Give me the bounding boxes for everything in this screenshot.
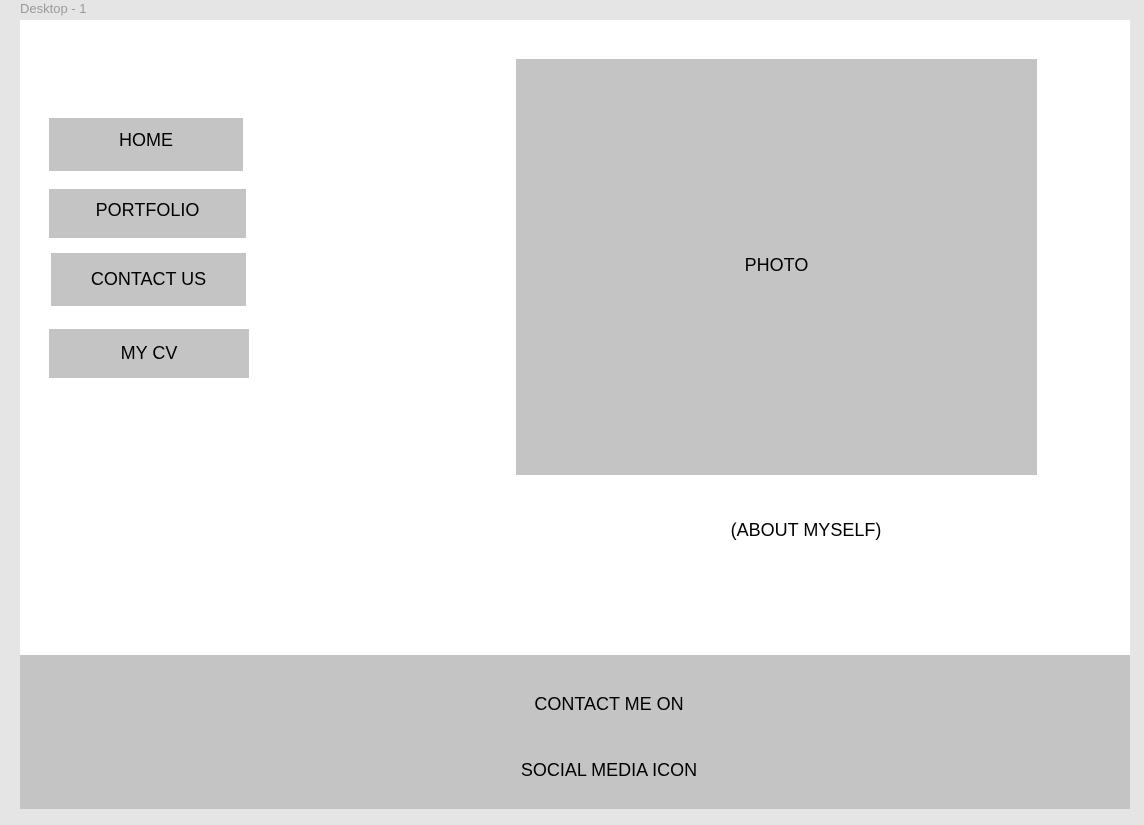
nav-my-cv-button[interactable]: MY CV bbox=[49, 329, 249, 378]
nav-home-label: HOME bbox=[119, 130, 173, 150]
about-myself-text: (ABOUT MYSELF) bbox=[730, 520, 882, 540]
nav-portfolio-label: PORTFOLIO bbox=[95, 200, 200, 220]
footer: CONTACT ME ON SOCIAL MEDIA ICON bbox=[20, 655, 1130, 809]
social-media-icon-placeholder[interactable]: SOCIAL MEDIA ICON bbox=[20, 760, 1144, 781]
frame-label: Desktop - 1 bbox=[20, 1, 87, 16]
nav-contact-us-label: CONTACT US bbox=[90, 269, 207, 289]
photo-label: PHOTO bbox=[744, 254, 809, 275]
desktop-frame: HOME PORTFOLIO CONTACT US MY CV PHOTO (A… bbox=[20, 20, 1130, 809]
photo-placeholder: PHOTO bbox=[516, 59, 1037, 475]
footer-contact-text: CONTACT ME ON bbox=[534, 694, 684, 714]
nav-home-button[interactable]: HOME bbox=[49, 118, 243, 171]
nav-contact-us-button[interactable]: CONTACT US bbox=[51, 253, 246, 306]
nav-my-cv-label: MY CV bbox=[120, 343, 178, 363]
nav-portfolio-button[interactable]: PORTFOLIO bbox=[49, 189, 246, 238]
